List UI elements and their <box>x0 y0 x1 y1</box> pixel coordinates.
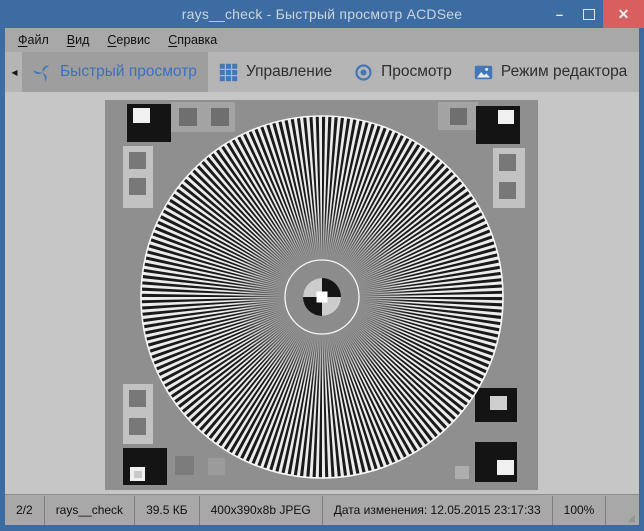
status-item-4: Дата изменения: 12.05.2015 23:17:33 <box>323 495 553 525</box>
tab-label: Управление <box>245 63 333 80</box>
tab-label: Режим редактора <box>500 63 628 80</box>
close-icon: ✕ <box>617 5 630 22</box>
status-item-2: 39.5 КБ <box>135 495 200 525</box>
window-body: Файл Вид Сервис Справка ◀ Быстрый просмотр У… <box>5 28 639 525</box>
image-icon <box>474 63 493 82</box>
tab-view[interactable]: Просмотр <box>343 52 463 92</box>
menubar: Файл Вид Сервис Справка <box>5 28 639 52</box>
statusbar: 2/2 rays__check 39.5 КБ 400x390x8b JPEG Дата… <box>5 494 639 525</box>
tab-quick-view[interactable]: Быстрый просмотр <box>22 52 208 92</box>
resize-grip[interactable]: ◢ <box>627 513 635 524</box>
grid-icon <box>219 63 238 82</box>
tab-editor-mode[interactable]: Режим редактора <box>463 52 638 92</box>
tab-manage[interactable]: Управление <box>208 52 343 92</box>
mode-toolbar: ◀ Быстрый просмотр Управление Просмотр Режи… <box>5 52 639 92</box>
minimize-icon: – <box>555 6 564 22</box>
image-canvas[interactable] <box>5 92 639 494</box>
menu-item-tools[interactable]: Сервис <box>107 33 150 47</box>
window-controls: – ✕ <box>545 0 644 28</box>
menu-item-view[interactable]: Вид <box>67 33 90 47</box>
menu-item-file[interactable]: Файл <box>18 33 49 47</box>
test-chart-image <box>105 100 538 490</box>
status-item-3: 400x390x8b JPEG <box>200 495 323 525</box>
menu-item-help[interactable]: Справка <box>168 33 217 47</box>
close-button[interactable]: ✕ <box>603 0 644 28</box>
titlebar[interactable]: rays__check - Быстрый просмотр ACDSee – … <box>0 0 644 28</box>
window-title: rays__check - Быстрый просмотр ACDSee <box>181 6 463 22</box>
status-item-1: rays__check <box>45 495 136 525</box>
status-item-0: 2/2 <box>11 495 45 525</box>
maximize-icon <box>582 8 595 20</box>
quickview-flash-icon <box>33 63 52 82</box>
eye-icon <box>354 63 373 82</box>
mode-tabs: Быстрый просмотр Управление Просмотр Режим … <box>22 52 638 92</box>
status-item-5: 100% <box>553 495 607 525</box>
minimize-button[interactable]: – <box>545 0 574 28</box>
app-window: rays__check - Быстрый просмотр ACDSee – … <box>0 0 644 531</box>
tab-label: Просмотр <box>381 63 452 80</box>
maximize-button[interactable] <box>574 0 603 28</box>
tab-label: Быстрый просмотр <box>60 63 197 80</box>
collapse-toolbar-icon[interactable]: ◀ <box>5 52 22 92</box>
